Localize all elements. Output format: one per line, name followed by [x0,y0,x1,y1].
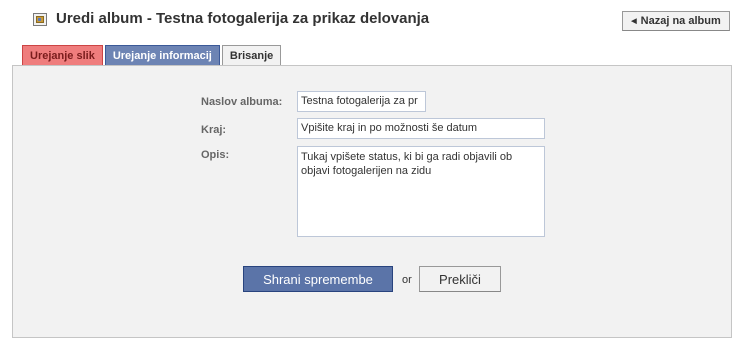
tab-edit-photos[interactable]: Urejanje slik [22,45,103,65]
album-name-input[interactable]: Testna fotogalerija za pr [297,91,426,112]
tab-edit-info[interactable]: Urejanje informacij [104,45,220,65]
page-header: Uredi album - Testna fotogalerija za pri… [0,0,741,40]
save-changes-button[interactable]: Shrani spremembe [243,266,393,292]
cancel-button[interactable]: Prekliči [419,266,501,292]
tab-delete[interactable]: Brisanje [221,45,282,65]
page-title: Uredi album - Testna fotogalerija za pri… [56,10,430,27]
or-separator: or [402,274,412,286]
tab-bar: Urejanje slik Urejanje informacij Brisan… [22,45,283,66]
edit-info-panel: Naslov albuma: Testna fotogalerija za pr… [12,65,732,338]
description-label: Opis: [201,149,230,161]
location-input[interactable]: Vpišite kraj in po možnosti še datum [297,118,545,139]
photo-album-icon [33,13,47,26]
back-to-album-button[interactable]: ◀ Nazaj na album [622,11,730,31]
back-to-album-label: Nazaj na album [640,15,721,27]
description-textarea[interactable]: Tukaj vpišete status, ki bi ga radi obja… [297,146,545,237]
location-label: Kraj: [201,124,227,136]
left-arrow-icon: ◀ [631,18,637,25]
album-name-label: Naslov albuma: [201,96,283,108]
